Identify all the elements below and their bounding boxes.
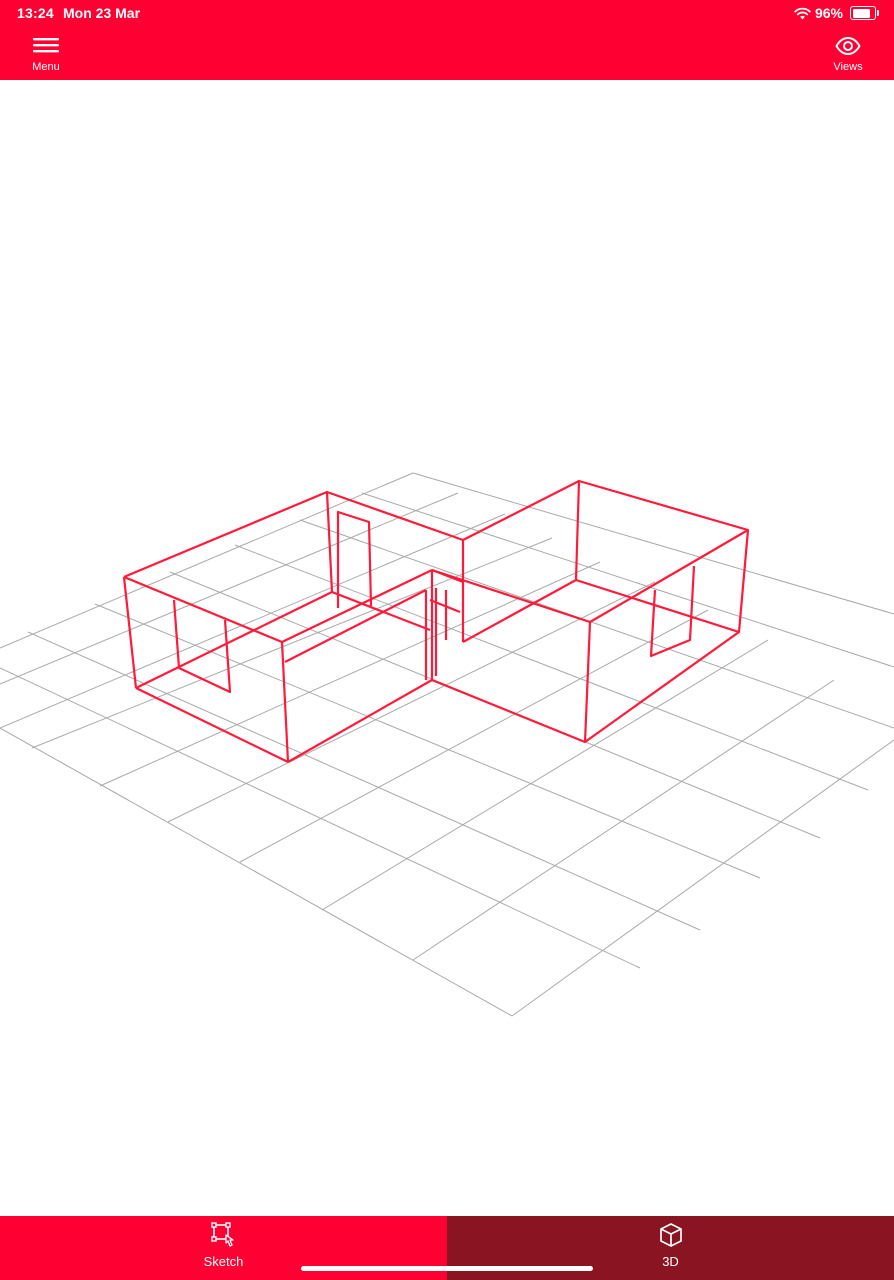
battery-level <box>852 8 870 18</box>
hamburger-menu-icon <box>33 38 59 53</box>
views-label: Views <box>833 61 863 73</box>
battery-icon <box>850 6 879 20</box>
wifi-icon <box>794 7 811 19</box>
status-time: 13:24 <box>17 5 54 21</box>
sketch-draw-icon <box>210 1222 234 1247</box>
menu-label: Menu <box>32 61 60 73</box>
status-right: 96% <box>794 4 879 22</box>
floor-grid <box>0 472 894 1017</box>
room-wireframe <box>122 479 750 763</box>
top-bar: 13:24 Mon 23 Mar 96% Menu Views <box>0 0 894 80</box>
home-indicator[interactable] <box>301 1266 593 1271</box>
eye-icon <box>835 36 861 56</box>
3d-viewport[interactable] <box>0 80 894 1216</box>
battery-percent: 96% <box>814 5 843 21</box>
3d-scene[interactable] <box>0 80 894 1216</box>
menu-button[interactable]: Menu <box>16 34 76 76</box>
views-button[interactable]: Views <box>818 34 878 76</box>
cube-icon <box>659 1223 682 1247</box>
status-date: Mon 23 Mar <box>63 5 141 21</box>
